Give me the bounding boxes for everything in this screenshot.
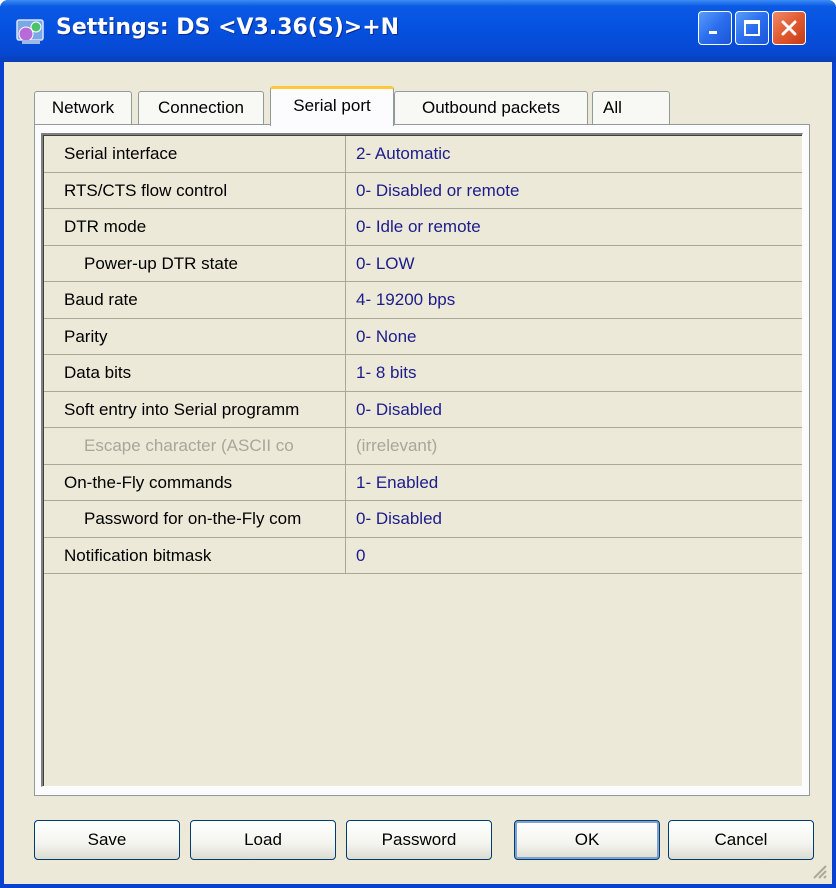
setting-row[interactable]: Parity 0- None bbox=[44, 318, 802, 355]
setting-name: Power-up DTR state bbox=[44, 245, 346, 281]
setting-name: Password for on-the-Fly com bbox=[44, 501, 346, 537]
setting-row[interactable]: Soft entry into Serial programm 0- Disab… bbox=[44, 391, 802, 428]
settings-grid: Serial interface 2- Automatic RTS/CTS fl… bbox=[41, 133, 803, 787]
minimize-icon bbox=[709, 31, 717, 34]
setting-name: Notification bitmask bbox=[44, 537, 346, 573]
setting-name: Soft entry into Serial programm bbox=[44, 391, 346, 427]
setting-value[interactable]: 0- Idle or remote bbox=[346, 209, 802, 245]
setting-row[interactable]: DTR mode 0- Idle or remote bbox=[44, 209, 802, 246]
setting-name: Parity bbox=[44, 318, 346, 354]
setting-row[interactable]: Serial interface 2- Automatic bbox=[44, 136, 802, 173]
setting-value[interactable]: 4- 19200 bps bbox=[346, 282, 802, 318]
setting-name: Baud rate bbox=[44, 282, 346, 318]
setting-value[interactable]: 0- None bbox=[346, 319, 802, 355]
cancel-button[interactable]: Cancel bbox=[668, 820, 814, 860]
tab-network[interactable]: Network bbox=[34, 91, 132, 125]
window-title: Settings: DS <V3.36(S)>+N bbox=[56, 15, 400, 40]
setting-name: RTS/CTS flow control bbox=[44, 172, 346, 208]
setting-name: DTR mode bbox=[44, 209, 346, 245]
setting-row[interactable]: Password for on-the-Fly com 0- Disabled bbox=[44, 501, 802, 538]
setting-value[interactable]: 2- Automatic bbox=[346, 136, 802, 172]
tab-serial-port[interactable]: Serial port bbox=[270, 86, 394, 126]
setting-row[interactable]: Baud rate 4- 19200 bps bbox=[44, 282, 802, 319]
setting-row[interactable]: On-the-Fly commands 1- Enabled bbox=[44, 464, 802, 501]
resize-grip-icon[interactable] bbox=[808, 860, 828, 880]
setting-name: On-the-Fly commands bbox=[44, 464, 346, 500]
setting-value[interactable]: 1- Enabled bbox=[346, 465, 802, 501]
tab-outbound-packets[interactable]: Outbound packets bbox=[394, 91, 588, 125]
close-icon bbox=[781, 20, 797, 36]
password-button[interactable]: Password bbox=[346, 820, 492, 860]
setting-value[interactable]: 1- 8 bits bbox=[346, 355, 802, 391]
setting-value[interactable]: 0- LOW bbox=[346, 246, 802, 282]
setting-name: Escape character (ASCII co bbox=[44, 428, 346, 464]
load-button[interactable]: Load bbox=[190, 820, 336, 860]
maximize-button[interactable] bbox=[735, 11, 769, 45]
setting-value[interactable]: 0- Disabled bbox=[346, 501, 802, 537]
settings-window: Settings: DS <V3.36(S)>+N Network Connec… bbox=[0, 0, 836, 888]
setting-value[interactable]: 0- Disabled bbox=[346, 392, 802, 428]
tab-connection[interactable]: Connection bbox=[138, 91, 264, 125]
tab-panel: Serial interface 2- Automatic RTS/CTS fl… bbox=[34, 124, 810, 796]
setting-name: Data bits bbox=[44, 355, 346, 391]
title-bar[interactable]: Settings: DS <V3.36(S)>+N bbox=[0, 0, 836, 62]
setting-row[interactable]: Notification bitmask 0 bbox=[44, 537, 802, 574]
close-button[interactable] bbox=[772, 11, 806, 45]
tab-all[interactable]: All bbox=[592, 91, 670, 125]
setting-row-disabled: Escape character (ASCII co (irrelevant) bbox=[44, 428, 802, 465]
maximize-icon bbox=[744, 20, 760, 36]
minimize-button[interactable] bbox=[698, 11, 732, 45]
ok-button[interactable]: OK bbox=[514, 820, 660, 860]
setting-value[interactable]: 0- Disabled or remote bbox=[346, 173, 802, 209]
settings-app-icon bbox=[16, 19, 44, 44]
setting-value[interactable]: 0 bbox=[346, 538, 802, 574]
setting-row[interactable]: Power-up DTR state 0- LOW bbox=[44, 245, 802, 282]
save-button[interactable]: Save bbox=[34, 820, 180, 860]
setting-value: (irrelevant) bbox=[356, 436, 438, 455]
setting-name: Serial interface bbox=[44, 136, 346, 172]
setting-row[interactable]: RTS/CTS flow control 0- Disabled or remo… bbox=[44, 172, 802, 209]
setting-row[interactable]: Data bits 1- 8 bits bbox=[44, 355, 802, 392]
